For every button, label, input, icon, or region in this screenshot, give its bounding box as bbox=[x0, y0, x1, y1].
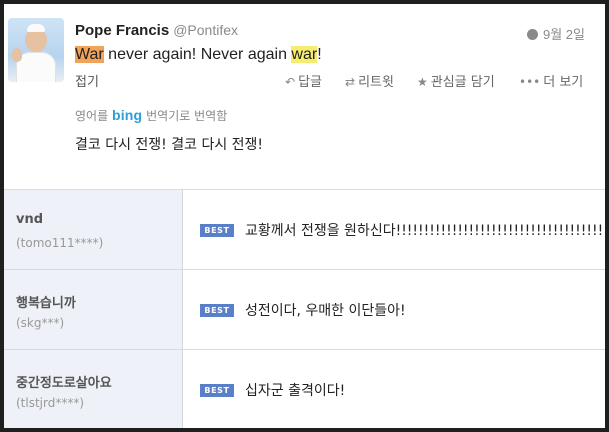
tweet-actions: 접기 ↶ 답글 ⇄ 리트윗 ★ 관심글 담기 ••• 더 보기 bbox=[75, 71, 590, 90]
avatar[interactable] bbox=[8, 18, 64, 82]
translated-text: 결코 다시 전쟁! 결코 다시 전쟁! bbox=[75, 137, 264, 153]
best-badge: BEST bbox=[200, 224, 234, 237]
comment-body: BEST 성전이다, 우매한 이단들아! bbox=[183, 270, 605, 349]
highlighted-word: war bbox=[291, 46, 318, 63]
best-badge: BEST bbox=[200, 384, 234, 397]
comment-body: BEST 교황께서 전쟁을 원하신다!!!!!!!!!!!!!!!!!!!!!!… bbox=[183, 190, 605, 269]
star-icon: ★ bbox=[417, 75, 428, 89]
favorite-button[interactable]: ★ 관심글 담기 bbox=[417, 71, 495, 90]
user-handle[interactable]: @Pontifex bbox=[173, 22, 238, 38]
bing-logo: bing bbox=[111, 107, 143, 123]
comment-body: BEST 십자군 출격이다! bbox=[183, 350, 605, 428]
reply-arrow-icon: ↶ bbox=[285, 75, 296, 89]
highlighted-word: War bbox=[75, 46, 104, 63]
user-name[interactable]: Pope Francis bbox=[75, 22, 169, 39]
comment-text: 교황께서 전쟁을 원하신다!!!!!!!!!!!!!!!!!!!!!!!!!!!… bbox=[245, 223, 605, 239]
comment-row: vnd (tomo111****) BEST 교황께서 전쟁을 원하신다!!!!… bbox=[4, 190, 605, 270]
comment-author-id: (skg***) bbox=[16, 316, 65, 330]
comment-row: 행복습니까 (skg***) BEST 성전이다, 우매한 이단들아! bbox=[4, 270, 605, 350]
comment-text: 십자군 출격이다! bbox=[245, 383, 346, 399]
comment-author-panel: 행복습니까 (skg***) bbox=[4, 270, 183, 349]
tweet-card: Pope Francis @Pontifex 9월 2일 War never ag… bbox=[4, 4, 605, 190]
comment-row: 중간정도로살아요 (tlstjrd****) BEST 십자군 출격이다! bbox=[4, 350, 605, 428]
retweet-button[interactable]: ⇄ 리트윗 bbox=[345, 71, 394, 90]
tweet-author[interactable]: Pope Francis @Pontifex bbox=[75, 22, 238, 39]
more-button[interactable]: ••• 더 보기 bbox=[519, 71, 583, 90]
fold-link[interactable]: 접기 bbox=[75, 71, 99, 90]
globe-icon bbox=[527, 29, 538, 40]
comment-author-panel: vnd (tomo111****) bbox=[4, 190, 183, 269]
comment-author-name[interactable]: 행복습니까 bbox=[16, 292, 76, 311]
translation-credit: 영어를 bing 번역기로 번역함 bbox=[75, 107, 228, 123]
comment-author-name[interactable]: vnd bbox=[16, 212, 43, 227]
reply-button[interactable]: ↶ 답글 bbox=[285, 71, 322, 90]
comment-author-id: (tomo111****) bbox=[16, 236, 104, 250]
comment-text: 성전이다, 우매한 이단들아! bbox=[245, 303, 406, 319]
best-badge: BEST bbox=[200, 304, 234, 317]
screenshot-frame: Pope Francis @Pontifex 9월 2일 War never ag… bbox=[4, 4, 605, 428]
comment-list: vnd (tomo111****) BEST 교황께서 전쟁을 원하신다!!!!… bbox=[4, 190, 605, 428]
dots-icon: ••• bbox=[519, 75, 541, 89]
tweet-date[interactable]: 9월 2일 bbox=[527, 24, 585, 43]
retweet-icon: ⇄ bbox=[345, 75, 356, 89]
comment-author-id: (tlstjrd****) bbox=[16, 396, 85, 410]
tweet-text: War never again! Never again war! bbox=[75, 46, 322, 63]
comment-author-name[interactable]: 중간정도로살아요 bbox=[16, 372, 112, 391]
comment-author-panel: 중간정도로살아요 (tlstjrd****) bbox=[4, 350, 183, 428]
